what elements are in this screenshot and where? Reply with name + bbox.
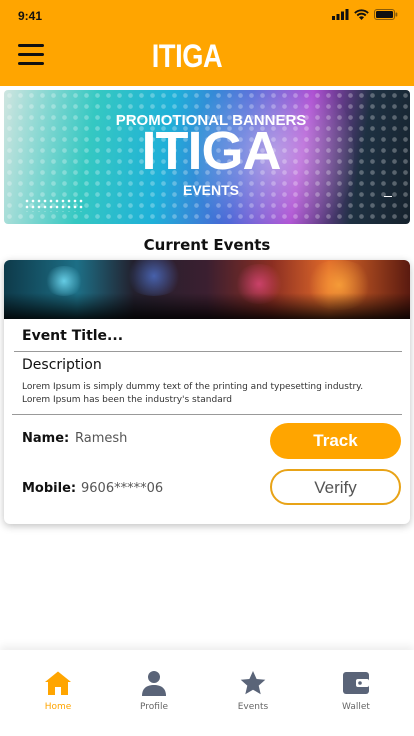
status-bar: 9:41 <box>0 0 414 30</box>
nav-label-events: Events <box>237 702 269 712</box>
name-label: Name: <box>22 431 70 446</box>
description-label: Description <box>22 357 102 373</box>
promotional-banner[interactable]: PROMOTIONAL BANNERS ITIGA EVENTS <box>4 90 410 224</box>
status-icons <box>332 9 398 20</box>
banner-decoration <box>24 198 84 212</box>
nav-label-wallet: Wallet <box>342 702 370 712</box>
mobile-value: 9606*****06 <box>81 481 164 496</box>
app-title: ITIGA <box>151 38 223 74</box>
divider <box>14 351 402 352</box>
verify-button[interactable]: Verify <box>270 469 401 505</box>
description-line: Lorem Ipsum has been the industry's stan… <box>22 395 232 405</box>
signal-icon <box>332 9 349 20</box>
app-header: 9:41 ITIGA <box>0 0 414 86</box>
divider <box>12 414 402 415</box>
home-icon <box>45 671 71 695</box>
user-icon <box>142 671 166 696</box>
section-title: Current Events <box>143 236 271 254</box>
event-card: Event Title... Description Lorem Ipsum i… <box>4 260 410 524</box>
banner-title: ITIGA <box>141 121 282 181</box>
star-icon <box>240 671 266 695</box>
banner-caption: EVENTS <box>182 182 239 198</box>
battery-icon <box>374 9 398 20</box>
nav-wallet[interactable]: Wallet <box>316 670 396 712</box>
nav-profile[interactable]: Profile <box>114 670 194 712</box>
nav-label-profile: Profile <box>140 702 168 712</box>
nav-home[interactable]: Home <box>18 670 98 712</box>
description-line: Lorem Ipsum is simply dummy text of the … <box>22 382 364 392</box>
status-time: 9:41 <box>18 9 43 23</box>
wifi-icon <box>354 9 369 20</box>
track-button[interactable]: Track <box>270 423 401 459</box>
mobile-label: Mobile: <box>22 481 77 496</box>
bottom-nav: Home Profile Events Wallet <box>0 650 414 736</box>
nav-label-home: Home <box>44 702 72 712</box>
name-value: Ramesh <box>75 431 128 446</box>
wallet-icon <box>343 672 369 694</box>
nav-events[interactable]: Events <box>213 670 293 712</box>
event-title: Event Title... <box>22 328 124 344</box>
banner-dash <box>384 196 392 197</box>
event-description: Lorem Ipsum is simply dummy text of the … <box>22 381 398 407</box>
event-photo <box>4 260 410 319</box>
